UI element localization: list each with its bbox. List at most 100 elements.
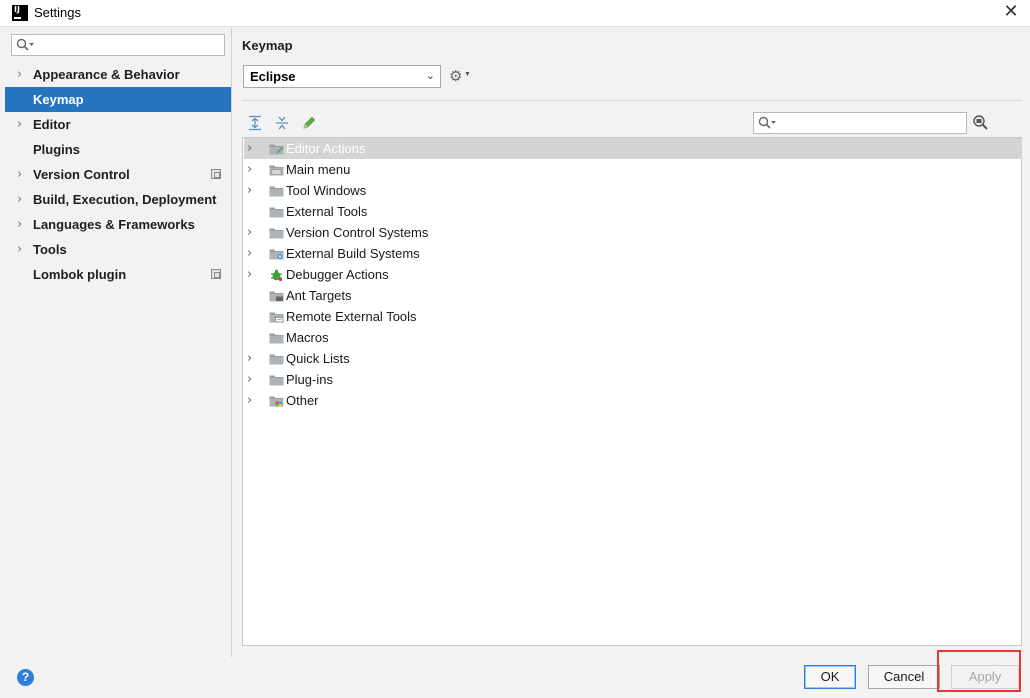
sidebar-item-label: Editor: [33, 117, 71, 132]
tree-row[interactable]: Macros: [244, 327, 1022, 348]
page-title: Keymap: [242, 38, 293, 53]
sidebar-item-label: Appearance & Behavior: [33, 67, 180, 82]
tree-row[interactable]: External Tools: [244, 201, 1022, 222]
folder-icon: [269, 291, 284, 302]
project-scope-icon: [211, 269, 221, 279]
divider: [242, 100, 1022, 101]
folder-icon: [269, 333, 284, 344]
folder-icon: [269, 312, 284, 323]
folder-icon: [269, 207, 284, 218]
highlight-annotation-box: [937, 650, 1021, 692]
tree-row[interactable]: › External Build Systems: [244, 243, 1022, 264]
help-icon[interactable]: ?: [17, 669, 34, 686]
settings-window: Settings ✕ ›Appearance & BehaviorKeymap›…: [0, 0, 1030, 698]
gear-icon[interactable]: ⚙: [449, 67, 462, 85]
tree-row-label: Tool Windows: [286, 183, 367, 198]
tree-row-label: Macros: [286, 330, 329, 345]
tree-row[interactable]: › Editor Actions: [244, 138, 1022, 159]
folder-icon: [269, 186, 284, 197]
chevron-right-icon[interactable]: ›: [247, 222, 257, 243]
tree-row-label: External Tools: [286, 204, 368, 219]
folder-icon: [269, 249, 284, 260]
caret-down-icon[interactable]: ▼: [464, 71, 471, 78]
keymap-select[interactable]: Eclipse ⌄: [243, 65, 441, 88]
tree-row-label: External Build Systems: [286, 246, 420, 261]
tree-row[interactable]: › Tool Windows: [244, 180, 1022, 201]
folder-icon: [269, 165, 284, 176]
sidebar-item-editor[interactable]: › Editor: [5, 112, 231, 137]
tree-row-label: Remote External Tools: [286, 309, 417, 324]
sidebar-search-input[interactable]: [11, 34, 225, 56]
ok-button[interactable]: OK: [804, 665, 856, 689]
folder-icon: [269, 375, 284, 386]
sidebar-item-label: Version Control: [33, 167, 130, 182]
tree-row-label: Main menu: [286, 162, 351, 177]
sidebar-item-label: Build, Execution, Deployment: [33, 192, 217, 207]
tree-row-label: Ant Targets: [286, 288, 352, 303]
chevron-right-icon[interactable]: ›: [17, 62, 27, 87]
chevron-right-icon[interactable]: ›: [247, 180, 257, 201]
window-title: Settings: [34, 5, 81, 20]
tree-row[interactable]: › Other: [244, 390, 1022, 411]
chevron-right-icon[interactable]: ›: [247, 159, 257, 180]
chevron-right-icon[interactable]: ›: [17, 237, 27, 262]
title-bar: Settings ✕: [0, 0, 1030, 27]
sidebar-item-build-execution-deployment[interactable]: › Build, Execution, Deployment: [5, 187, 231, 212]
tree-row-label: Plug-ins: [286, 372, 333, 387]
sidebar-item-plugins[interactable]: Plugins: [5, 137, 231, 162]
tree-row[interactable]: Ant Targets: [244, 285, 1022, 306]
tree-row[interactable]: › Plug-ins: [244, 369, 1022, 390]
tree-row-label: Version Control Systems: [286, 225, 429, 240]
keymap-select-value: Eclipse: [250, 69, 296, 84]
tree-row[interactable]: › Main menu: [244, 159, 1022, 180]
chevron-right-icon[interactable]: ›: [17, 112, 27, 137]
chevron-right-icon[interactable]: ›: [247, 138, 257, 159]
folder-icon: [269, 144, 284, 155]
sidebar-item-appearance-behavior[interactable]: › Appearance & Behavior: [5, 62, 231, 87]
sidebar-item-keymap[interactable]: Keymap: [5, 87, 231, 112]
cancel-button[interactable]: Cancel: [868, 665, 940, 689]
sidebar-item-label: Keymap: [33, 92, 84, 107]
tree-row[interactable]: › Quick Lists: [244, 348, 1022, 369]
find-by-shortcut-icon[interactable]: [971, 114, 989, 132]
chevron-right-icon[interactable]: ›: [247, 243, 257, 264]
chevron-right-icon[interactable]: ›: [247, 369, 257, 390]
tree-row-label: Editor Actions: [286, 141, 366, 156]
tree-row[interactable]: Remote External Tools: [244, 306, 1022, 327]
tree-row-label: Other: [286, 393, 319, 408]
bug-icon: [271, 269, 283, 281]
intellij-app-icon: [12, 5, 28, 21]
search-icon: [16, 38, 34, 51]
chevron-right-icon[interactable]: ›: [247, 390, 257, 411]
sidebar-item-label: Tools: [33, 242, 67, 257]
close-icon[interactable]: ✕: [1001, 2, 1021, 22]
search-icon: [758, 116, 776, 129]
tree-row-label: Debugger Actions: [286, 267, 389, 282]
collapse-all-icon[interactable]: [273, 114, 291, 132]
tree-row[interactable]: › Version Control Systems: [244, 222, 1022, 243]
sidebar-item-label: Plugins: [33, 142, 80, 157]
sidebar-item-label: Languages & Frameworks: [33, 217, 195, 232]
sidebar-item-lombok-plugin[interactable]: Lombok plugin: [5, 262, 231, 287]
sidebar-item-label: Lombok plugin: [33, 267, 127, 282]
folder-icon: [269, 396, 284, 407]
keymap-search-input[interactable]: [753, 112, 967, 134]
sidebar-item-version-control[interactable]: › Version Control: [5, 162, 231, 187]
folder-icon: [269, 354, 284, 365]
keymap-action-tree: › Editor Actions › Main menu › Tool Windows Ex…: [242, 137, 1022, 646]
chevron-right-icon[interactable]: ›: [17, 212, 27, 237]
tree-row-label: Quick Lists: [286, 351, 350, 366]
tree-row[interactable]: › Debugger Actions: [244, 264, 1022, 285]
sidebar-item-tools[interactable]: › Tools: [5, 237, 231, 262]
sidebar-item-languages-frameworks[interactable]: › Languages & Frameworks: [5, 212, 231, 237]
pencil-icon[interactable]: [300, 114, 318, 132]
chevron-right-icon[interactable]: ›: [17, 162, 27, 187]
settings-sidebar: › Appearance & Behavior Keymap › Editor Plugi…: [5, 28, 232, 657]
folder-icon: [269, 228, 284, 239]
chevron-down-icon: ⌄: [425, 69, 435, 82]
expand-all-icon[interactable]: [246, 114, 264, 132]
chevron-right-icon[interactable]: ›: [17, 187, 27, 212]
project-scope-icon: [211, 169, 221, 179]
chevron-right-icon[interactable]: ›: [247, 348, 257, 369]
chevron-right-icon[interactable]: ›: [247, 264, 257, 285]
